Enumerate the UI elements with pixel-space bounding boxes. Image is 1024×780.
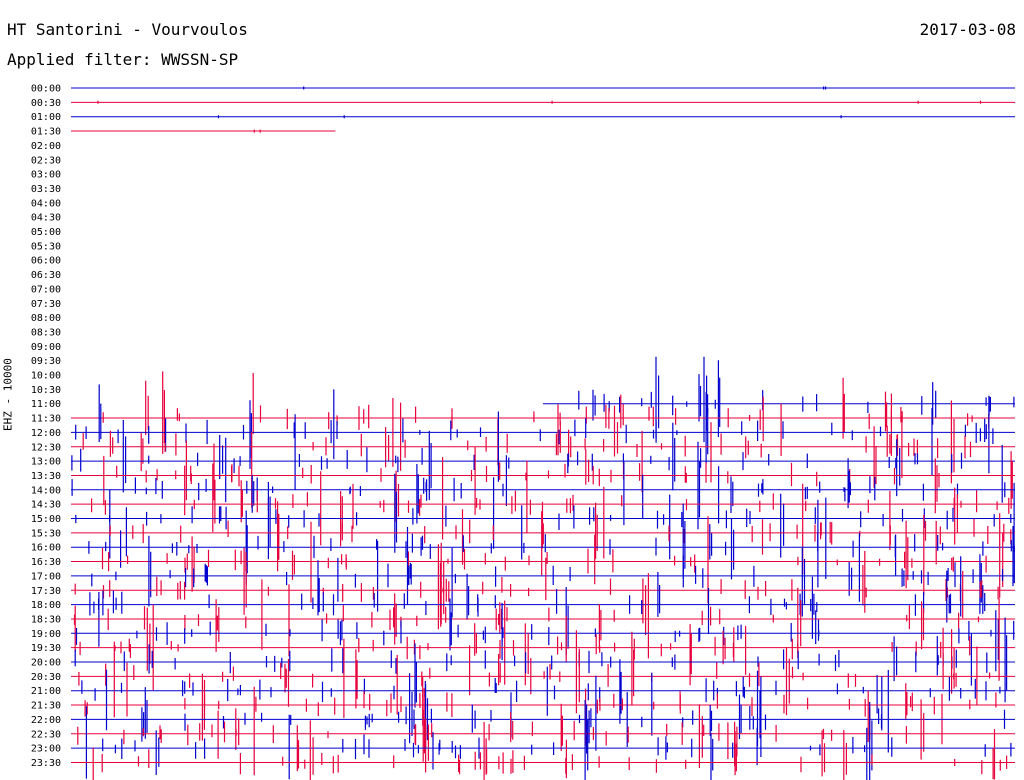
trace-spikes (71, 441, 1006, 530)
trace-events-1700 (91, 526, 1015, 618)
time-tick-label: 19:30 (31, 643, 61, 654)
time-tick-label: 00:30 (31, 98, 61, 109)
time-tick-label: 23:00 (31, 744, 61, 755)
trace-spikes (73, 573, 980, 659)
trace-events-2130 (84, 662, 997, 746)
time-tick-label: 12:00 (31, 428, 61, 439)
time-tick-label: 03:30 (31, 184, 61, 195)
trace-spikes (578, 356, 1015, 443)
trace-events-1130 (102, 371, 990, 456)
time-tick-label: 07:30 (31, 299, 61, 310)
time-tick-label: 20:30 (31, 672, 61, 683)
time-tick-label: 15:00 (31, 514, 61, 525)
time-tick-label: 07:00 (31, 284, 61, 295)
time-tick-label: 16:30 (31, 557, 61, 568)
trace-spikes (88, 497, 1012, 588)
trace-spikes (74, 617, 1008, 703)
time-tick-label: 17:00 (31, 571, 61, 582)
time-tick-label: 19:00 (31, 629, 61, 640)
time-tick-label: 04:00 (31, 198, 61, 209)
trace-events-1630 (101, 513, 1004, 604)
trace-spikes (101, 513, 1004, 604)
time-tick-label: 10:00 (31, 371, 61, 382)
time-tick-label: 15:30 (31, 528, 61, 539)
time-tick-label: 20:00 (31, 658, 61, 669)
time-tick-label: 11:00 (31, 399, 61, 410)
time-tick-label: 17:30 (31, 586, 61, 597)
time-tick-label: 08:30 (31, 327, 61, 338)
time-tick-label: 13:30 (31, 471, 61, 482)
trace-events-1400 (71, 441, 1006, 530)
trace-spikes (102, 371, 990, 456)
trace-events-1830 (73, 573, 980, 659)
time-tick-label: 22:00 (31, 715, 61, 726)
time-tick-label: 11:30 (31, 414, 61, 425)
time-tick-label: 05:30 (31, 241, 61, 252)
trace-spikes (81, 643, 1001, 731)
trace-spikes (84, 662, 997, 746)
trace-spikes (91, 526, 1015, 618)
helicorder-plot: 00:00 00:30 01:00 01:30 02:00 02:30 03:00 03:30… (31, 84, 1015, 780)
time-tick-label: 21:00 (31, 686, 61, 697)
time-tick-label: 23:30 (31, 758, 61, 769)
time-tick-label: 00:00 (31, 84, 61, 95)
time-tick-label: 18:30 (31, 614, 61, 625)
time-tick-label: 08:00 (31, 313, 61, 324)
time-tick-label: 10:30 (31, 385, 61, 396)
trace-events-1300 (71, 411, 1003, 503)
time-tick-label: 02:00 (31, 141, 61, 152)
time-tick-label: 02:30 (31, 155, 61, 166)
time-tick-label: 06:30 (31, 270, 61, 281)
time-tick-label: 05:00 (31, 227, 61, 238)
trace-events-1600 (88, 497, 1012, 588)
time-tick-label: 22:30 (31, 729, 61, 740)
trace-events-1100 (578, 356, 1015, 443)
time-tick-label: 12:30 (31, 442, 61, 453)
time-tick-label: 14:00 (31, 485, 61, 496)
time-tick-label: 13:00 (31, 457, 61, 468)
time-tick-label: 03:00 (31, 170, 61, 181)
trace-events-2000 (74, 617, 1008, 703)
time-tick-label: 18:00 (31, 600, 61, 611)
time-tick-label: 09:30 (31, 356, 61, 367)
time-tick-label: 14:30 (31, 500, 61, 511)
time-tick-label: 01:30 (31, 127, 61, 138)
trace-events-2100 (81, 643, 1001, 731)
time-tick-label: 16:00 (31, 543, 61, 554)
trace-spikes (71, 411, 1003, 503)
time-tick-label: 04:30 (31, 213, 61, 224)
time-tick-label: 21:30 (31, 701, 61, 712)
time-tick-label: 06:00 (31, 256, 61, 267)
time-tick-label: 09:00 (31, 342, 61, 353)
time-tick-label: 01:00 (31, 112, 61, 123)
